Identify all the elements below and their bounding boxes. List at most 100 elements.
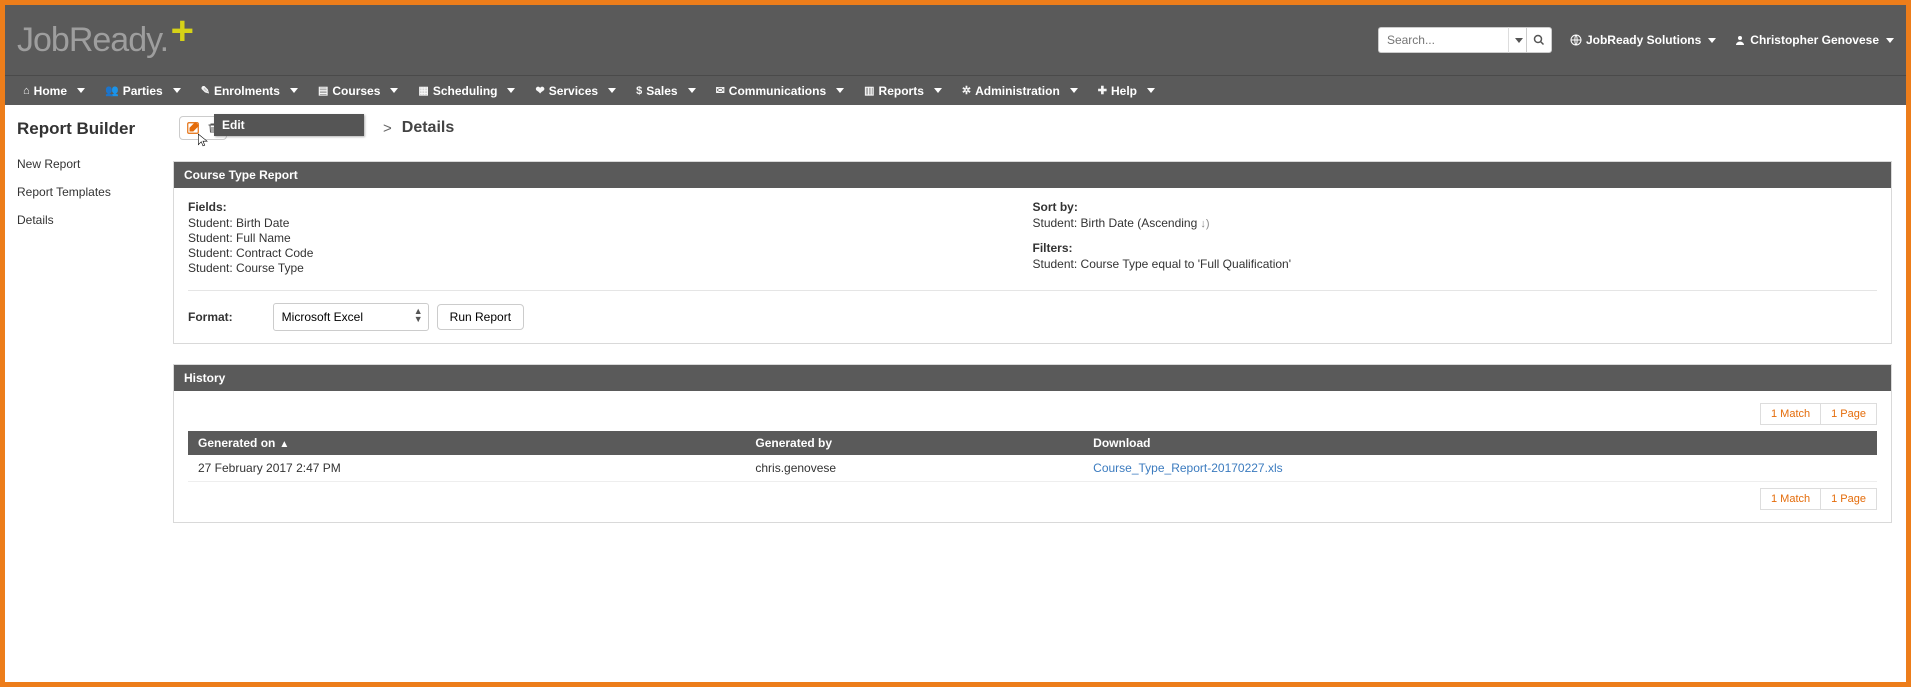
user-icon xyxy=(1734,34,1746,46)
globe-icon xyxy=(1570,34,1582,46)
pager-page[interactable]: 1 Page xyxy=(1820,403,1877,425)
breadcrumb-current: Details xyxy=(402,119,454,137)
col-generated-by[interactable]: Generated by xyxy=(745,431,1083,455)
field-item: Student: Course Type xyxy=(188,261,1033,275)
format-label: Format: xyxy=(188,310,233,324)
sort-label: Sort by: xyxy=(1033,200,1878,214)
field-item: Student: Birth Date xyxy=(188,216,1033,230)
logo-plus-icon: + xyxy=(171,11,194,51)
administration-icon: ✲ xyxy=(962,84,971,97)
history-panel: History 1 Match 1 Page Generated on ▲ Gen… xyxy=(173,364,1892,523)
sidebar-item-report-templates[interactable]: Report Templates xyxy=(17,185,161,199)
main-menu: ⌂ Home 👥Parties ✎ Enrolments ▤ Courses ▦ Sch… xyxy=(5,75,1906,105)
download-link[interactable]: Course_Type_Report-20170227.xls xyxy=(1093,461,1282,475)
enrolments-icon: ✎ xyxy=(201,84,210,97)
menu-home[interactable]: ⌂ Home xyxy=(13,76,95,105)
search-scope-dropdown[interactable] xyxy=(1508,27,1526,53)
menu-sales[interactable]: $ Sales xyxy=(626,76,705,105)
services-icon: ❤ xyxy=(535,84,544,97)
cell-generated-by: chris.genovese xyxy=(745,455,1083,482)
sort-text: Student: Birth Date (Ascending xyxy=(1033,216,1198,230)
sort-filter-column: Sort by: Student: Birth Date (Ascending … xyxy=(1033,200,1878,276)
breadcrumb-separator: > xyxy=(383,120,392,137)
history-panel-body: 1 Match 1 Page Generated on ▲ Generated b… xyxy=(174,391,1891,522)
menu-label: Help xyxy=(1111,84,1137,98)
sidebar-item-new-report[interactable]: New Report xyxy=(17,157,161,171)
col-generated-on[interactable]: Generated on ▲ xyxy=(188,431,745,455)
menu-parties[interactable]: 👥Parties xyxy=(95,76,191,105)
menu-services[interactable]: ❤ Services xyxy=(525,76,626,105)
report-columns: Fields: Student: Birth Date Student: Ful… xyxy=(188,200,1877,291)
menu-label: Courses xyxy=(332,84,380,98)
menu-administration[interactable]: ✲ Administration xyxy=(952,76,1088,105)
sales-icon: $ xyxy=(636,85,642,97)
report-panel: Course Type Report Fields: Student: Birt… xyxy=(173,161,1892,344)
menu-label: Enrolments xyxy=(214,84,280,98)
pager-match[interactable]: 1 Match xyxy=(1760,488,1821,510)
edit-icon xyxy=(186,121,200,135)
report-panel-body: Fields: Student: Birth Date Student: Ful… xyxy=(174,188,1891,343)
pager-top: 1 Match 1 Page xyxy=(188,403,1877,425)
menu-enrolments[interactable]: ✎ Enrolments xyxy=(191,76,308,105)
menu-label: Home xyxy=(34,84,67,98)
menu-label: Reports xyxy=(879,84,924,98)
history-header-row: Generated on ▲ Generated by Download xyxy=(188,431,1877,455)
sort-item: Student: Birth Date (Ascending ↓) xyxy=(1033,216,1878,230)
filter-item: Student: Course Type equal to 'Full Qual… xyxy=(1033,257,1878,271)
menu-label: Scheduling xyxy=(433,84,498,98)
fields-label: Fields: xyxy=(188,200,1033,214)
search-icon xyxy=(1533,34,1545,46)
menu-label: Services xyxy=(549,84,598,98)
sidebar-title: Report Builder xyxy=(17,119,161,139)
menu-help[interactable]: ✚ Help xyxy=(1088,76,1165,105)
tooltip-text: Edit xyxy=(222,118,245,132)
user-menu[interactable]: Christopher Genovese xyxy=(1734,33,1894,47)
top-bar: JobReady. + JobReady Solutions Christoph… xyxy=(5,5,1906,75)
logo-text: JobReady. xyxy=(17,21,168,60)
scheduling-icon: ▦ xyxy=(418,84,428,97)
field-item: Student: Contract Code xyxy=(188,246,1033,260)
history-table: Generated on ▲ Generated by Download 27 F… xyxy=(188,431,1877,482)
col-label: Generated on xyxy=(198,436,275,450)
pager-match[interactable]: 1 Match xyxy=(1760,403,1821,425)
field-item: Student: Full Name xyxy=(188,231,1033,245)
filters-label: Filters: xyxy=(1033,241,1878,255)
main: Edit > Details Course Type Report Fields… xyxy=(173,105,1906,682)
pager-page[interactable]: 1 Page xyxy=(1820,488,1877,510)
format-select[interactable] xyxy=(273,303,429,331)
top-right: JobReady Solutions Christopher Genovese xyxy=(1378,27,1894,53)
menu-reports[interactable]: ▥ Reports xyxy=(854,76,952,105)
menu-scheduling[interactable]: ▦ Scheduling xyxy=(408,76,525,105)
menu-label: Communications xyxy=(729,84,826,98)
parties-icon: 👥 xyxy=(105,84,119,97)
sidebar-item-details[interactable]: Details xyxy=(17,213,161,227)
menu-label: Sales xyxy=(646,84,677,98)
search-input[interactable] xyxy=(1378,27,1508,53)
cell-generated-on: 27 February 2017 2:47 PM xyxy=(188,455,745,482)
edit-button[interactable] xyxy=(185,120,201,136)
reports-icon: ▥ xyxy=(864,84,874,97)
menu-label: Administration xyxy=(975,84,1060,98)
menu-courses[interactable]: ▤ Courses xyxy=(308,76,408,105)
action-icon-group: Edit xyxy=(179,116,227,140)
breadcrumb: Edit > Details xyxy=(173,113,1892,143)
edit-tooltip: Edit xyxy=(214,114,364,136)
report-panel-title: Course Type Report xyxy=(174,162,1891,188)
menu-communications[interactable]: ✉ Communications xyxy=(706,76,855,105)
table-row: 27 February 2017 2:47 PM chris.genovese … xyxy=(188,455,1877,482)
sidebar: Report Builder New Report Report Templat… xyxy=(5,105,173,682)
content: Report Builder New Report Report Templat… xyxy=(5,105,1906,682)
help-icon: ✚ xyxy=(1098,84,1107,97)
fields-column: Fields: Student: Birth Date Student: Ful… xyxy=(188,200,1033,276)
home-icon: ⌂ xyxy=(23,85,30,97)
logo: JobReady. + xyxy=(17,21,168,60)
col-download[interactable]: Download xyxy=(1083,431,1877,455)
communications-icon: ✉ xyxy=(716,84,725,97)
sort-asc-icon: ▲ xyxy=(279,439,289,450)
org-menu[interactable]: JobReady Solutions xyxy=(1570,33,1716,47)
run-report-button[interactable]: Run Report xyxy=(437,304,524,330)
pager-bottom: 1 Match 1 Page xyxy=(188,488,1877,510)
courses-icon: ▤ xyxy=(318,84,328,97)
history-panel-title: History xyxy=(174,365,1891,391)
search-button[interactable] xyxy=(1526,27,1552,53)
